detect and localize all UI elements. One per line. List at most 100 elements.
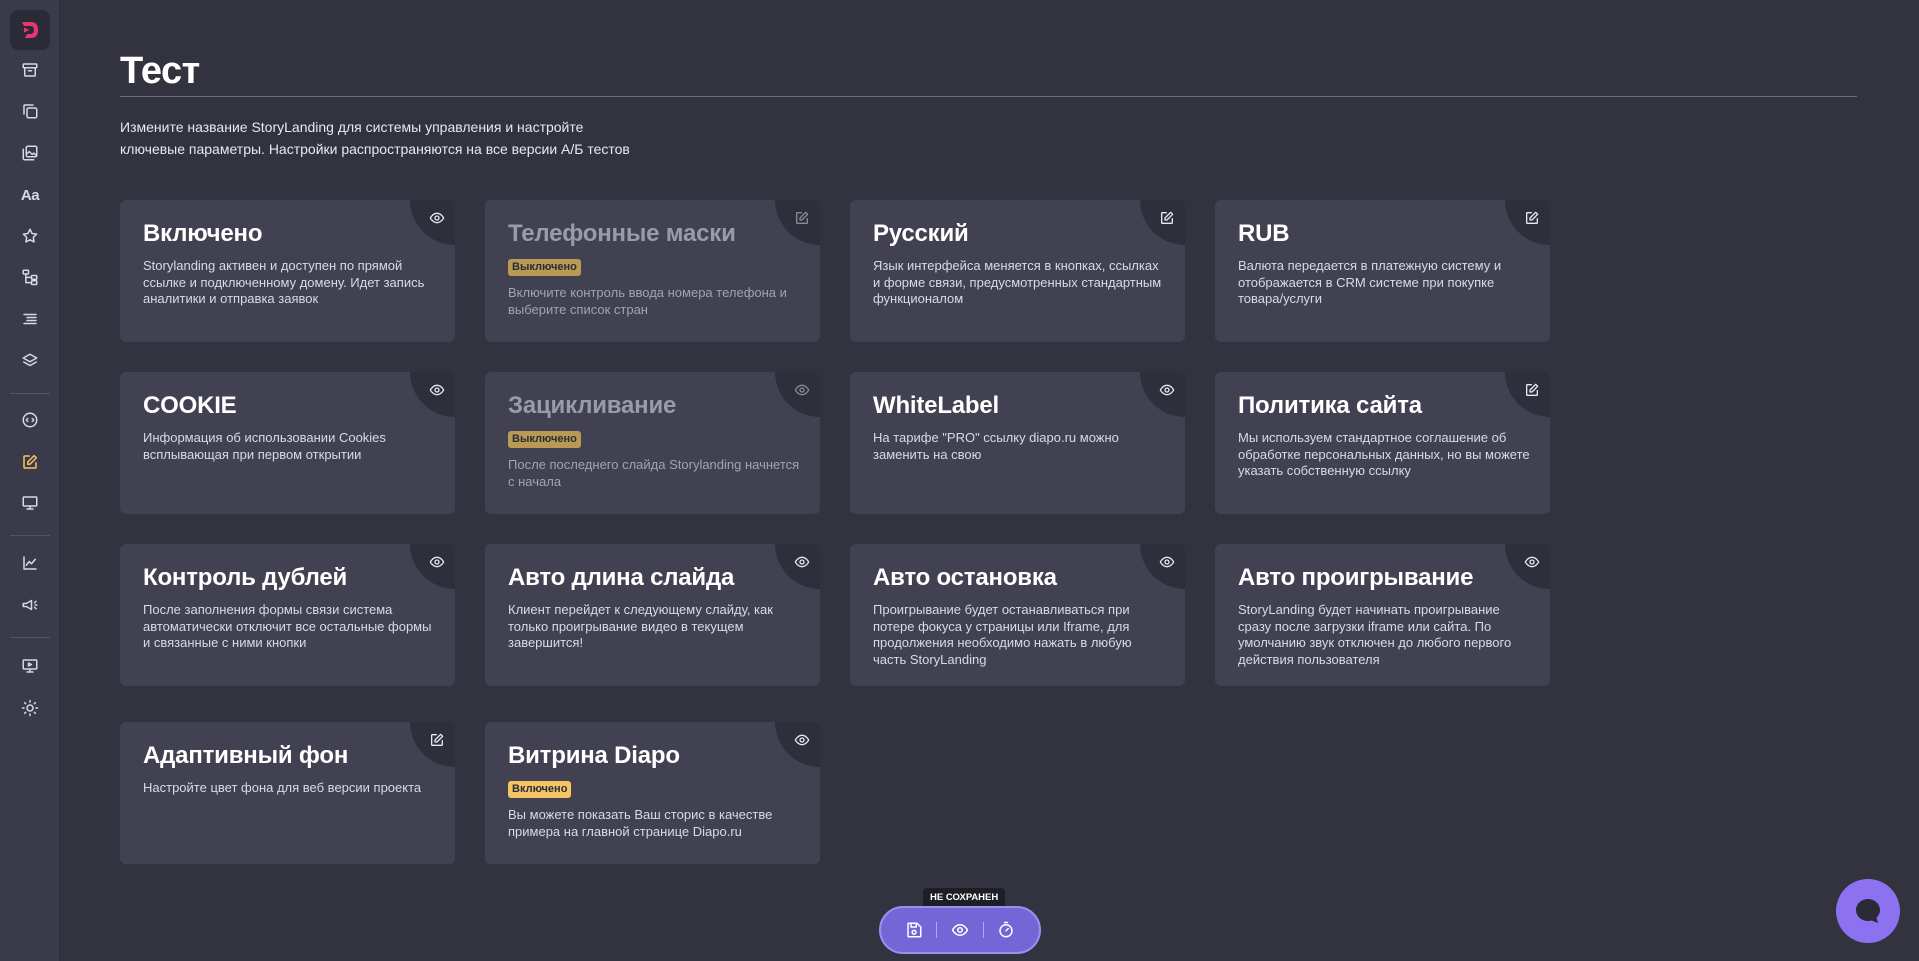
timer-icon bbox=[999, 921, 1013, 938]
card-title: Включено bbox=[143, 220, 263, 247]
sidebar-item-list[interactable] bbox=[14, 303, 46, 335]
sidebar-item-edit[interactable] bbox=[14, 446, 46, 478]
sidebar-item-typography[interactable]: Aa bbox=[14, 179, 46, 211]
presentation-icon bbox=[22, 659, 38, 673]
list-icon bbox=[23, 313, 37, 325]
card-action[interactable] bbox=[1140, 200, 1185, 245]
chat-button[interactable] bbox=[1836, 879, 1900, 943]
card-description: Мы используем стандартное соглашение об … bbox=[1238, 430, 1530, 478]
chart-icon bbox=[23, 556, 37, 570]
sidebar-item-images[interactable] bbox=[14, 137, 46, 169]
card-description: После последнего слайда Storylanding нач… bbox=[508, 457, 800, 489]
card-title: RUB bbox=[1238, 220, 1290, 247]
sidebar-divider bbox=[10, 637, 50, 638]
card-description: Storylanding активен и доступен по прямо… bbox=[143, 258, 425, 306]
tree-icon bbox=[22, 269, 38, 286]
scrollbar-track[interactable] bbox=[1912, 0, 1919, 961]
code-icon bbox=[22, 412, 38, 428]
card-site-policy[interactable]: Политика сайта Мы используем стандартное… bbox=[1215, 372, 1550, 514]
card-action[interactable] bbox=[410, 200, 455, 245]
edit-icon bbox=[1161, 211, 1174, 224]
card-diapo-showcase[interactable]: Витрина Diapo Включено Вы можете показат… bbox=[485, 722, 820, 864]
card-action[interactable] bbox=[775, 722, 820, 767]
eye-icon bbox=[794, 556, 810, 568]
card-title: Авто остановка bbox=[873, 564, 1057, 591]
card-enabled[interactable]: Включено Storylanding активен и доступен… bbox=[120, 200, 455, 342]
logo[interactable] bbox=[10, 10, 50, 50]
toolbar-separator bbox=[982, 922, 984, 938]
timer-button[interactable] bbox=[991, 915, 1021, 945]
copy-icon bbox=[23, 104, 38, 119]
card-title: Политика сайта bbox=[1238, 392, 1422, 419]
card-description: Включите контроль ввода номера телефона … bbox=[508, 285, 787, 317]
sidebar-item-theme[interactable] bbox=[14, 692, 46, 724]
card-action[interactable] bbox=[1505, 544, 1550, 589]
layers-icon bbox=[22, 353, 38, 367]
edit-icon bbox=[1526, 211, 1539, 224]
edit-icon bbox=[1526, 383, 1539, 396]
card-title: Авто длина слайда bbox=[508, 564, 735, 591]
sidebar-item-star[interactable] bbox=[14, 220, 46, 252]
card-cookie[interactable]: COOKIE Информация об использовании Cooki… bbox=[120, 372, 455, 514]
eye-icon bbox=[794, 384, 810, 396]
card-action[interactable] bbox=[1140, 544, 1185, 589]
sidebar-item-monitor[interactable] bbox=[14, 487, 46, 519]
card-action[interactable] bbox=[775, 200, 820, 245]
card-description: Настройте цвет фона для веб версии проек… bbox=[143, 780, 422, 795]
card-title: Русский bbox=[873, 220, 969, 247]
sidebar-item-archive[interactable] bbox=[14, 54, 46, 86]
edit-icon bbox=[796, 211, 809, 224]
sidebar: Aa bbox=[0, 0, 60, 961]
eye-icon bbox=[794, 734, 810, 746]
sidebar-item-code[interactable] bbox=[14, 404, 46, 436]
sidebar-divider bbox=[10, 393, 50, 394]
card-description: StoryLanding будет начинать проигрывание… bbox=[1238, 602, 1512, 667]
card-auto-stop[interactable]: Авто остановка Проигрывание будет остана… bbox=[850, 544, 1185, 686]
card-action[interactable] bbox=[410, 544, 455, 589]
sidebar-item-tree[interactable] bbox=[14, 261, 46, 293]
save-button[interactable] bbox=[899, 915, 929, 945]
chat-icon bbox=[1856, 899, 1880, 923]
edit-icon bbox=[431, 733, 444, 746]
sidebar-item-presentation[interactable] bbox=[14, 650, 46, 682]
page-description: Измените название StoryLanding для систе… bbox=[120, 119, 630, 157]
card-action[interactable] bbox=[1505, 372, 1550, 417]
status-badge: Выключено bbox=[508, 259, 581, 276]
card-duplicate-control[interactable]: Контроль дублей После заполнения формы с… bbox=[120, 544, 455, 686]
card-title: WhiteLabel bbox=[873, 392, 1000, 419]
monitor-icon bbox=[22, 496, 38, 510]
eye-icon bbox=[951, 924, 969, 936]
card-title: Зацикливание bbox=[508, 392, 677, 419]
sidebar-item-chart[interactable] bbox=[14, 547, 46, 579]
card-phone-masks[interactable]: Телефонные маски Выключено Включите конт… bbox=[485, 200, 820, 342]
card-whitelabel[interactable]: WhiteLabel На тарифе "PRO" ссылку diapo.… bbox=[850, 372, 1185, 514]
status-badge: Выключено bbox=[508, 431, 581, 448]
card-description: После заполнения формы связи система авт… bbox=[143, 602, 432, 650]
card-looping[interactable]: Зацикливание Выключено После последнего … bbox=[485, 372, 820, 514]
card-currency[interactable]: RUB Валюта передается в платежную систем… bbox=[1215, 200, 1550, 342]
title-divider bbox=[120, 96, 1857, 97]
card-action[interactable] bbox=[1505, 200, 1550, 245]
card-language[interactable]: Русский Язык интерфейса меняется в кнопк… bbox=[850, 200, 1185, 342]
card-autoplay[interactable]: Авто проигрывание StoryLanding будет нач… bbox=[1215, 544, 1550, 686]
card-description: Клиент перейдет к следующему слайду, как… bbox=[508, 602, 773, 650]
card-action[interactable] bbox=[1140, 372, 1185, 417]
card-description: Проигрывание будет останавливаться при п… bbox=[873, 602, 1132, 667]
save-icon bbox=[907, 922, 922, 938]
eye-icon bbox=[1159, 384, 1175, 396]
card-auto-slide-length[interactable]: Авто длина слайда Клиент перейдет к след… bbox=[485, 544, 820, 686]
card-action[interactable] bbox=[775, 544, 820, 589]
toolbar-separator bbox=[936, 922, 938, 938]
card-adaptive-background[interactable]: Адаптивный фон Настройте цвет фона для в… bbox=[120, 722, 455, 864]
sidebar-item-copy[interactable] bbox=[14, 95, 46, 127]
sidebar-item-megaphone[interactable] bbox=[14, 589, 46, 621]
page-title: Тест bbox=[120, 50, 200, 92]
sidebar-item-layers[interactable] bbox=[14, 345, 46, 377]
card-action[interactable] bbox=[410, 722, 455, 767]
card-action[interactable] bbox=[410, 372, 455, 417]
status-badge: Включено bbox=[508, 781, 572, 798]
card-title: Авто проигрывание bbox=[1238, 564, 1474, 591]
card-title: Контроль дублей bbox=[143, 564, 348, 591]
card-action[interactable] bbox=[775, 372, 820, 417]
preview-button[interactable] bbox=[945, 915, 975, 945]
